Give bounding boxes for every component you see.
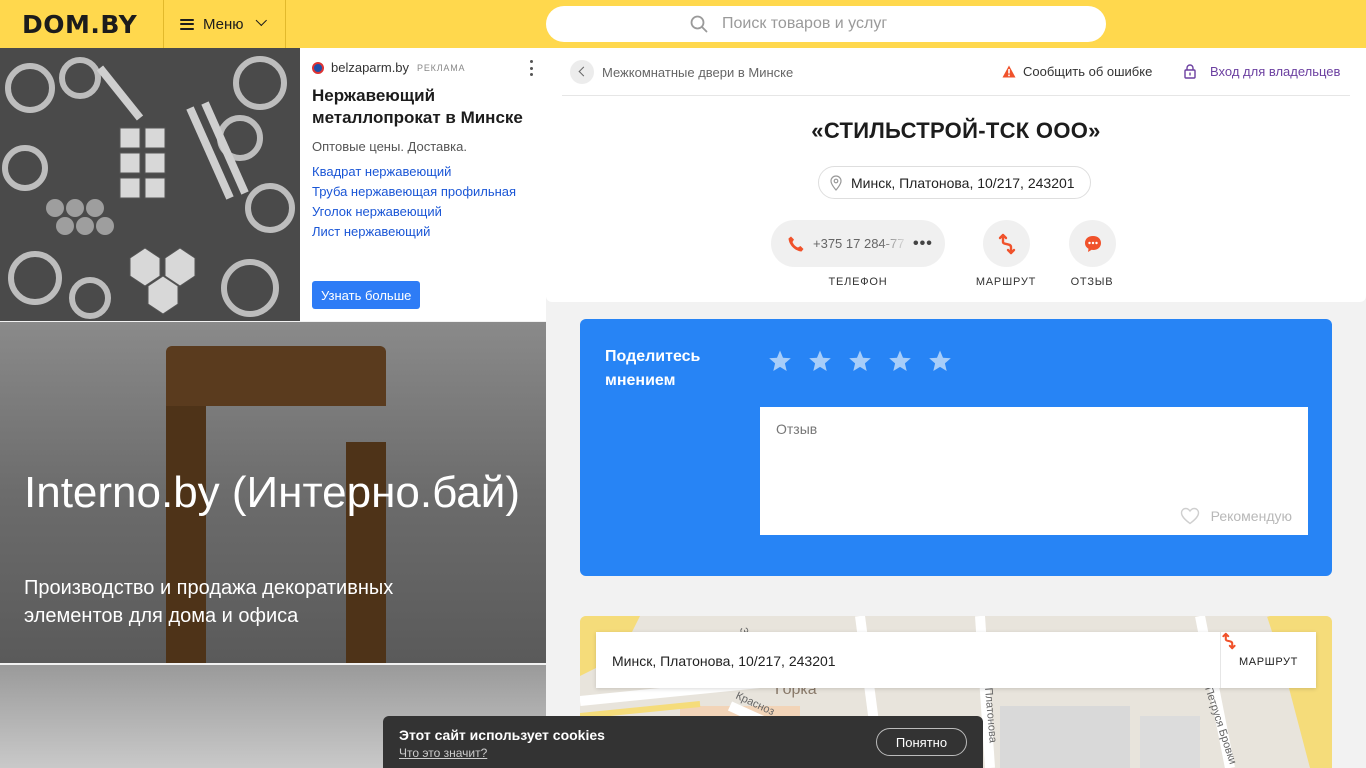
breadcrumb: Межкомнатные двери в Минске Сообщить об … (562, 48, 1350, 96)
company-card: Межкомнатные двери в Минске Сообщить об … (546, 48, 1366, 302)
ad-text-block: belzaparm.by РЕКЛАМА Нержавеющий металло… (312, 60, 540, 242)
ad-subtitle: Производство и продажа декоративных элем… (24, 577, 394, 627)
ad-title[interactable]: Нержавеющий металлопрокат в Минске (312, 85, 540, 129)
ad-banner-metal[interactable]: belzaparm.by РЕКЛАМА Нержавеющий металло… (0, 48, 546, 321)
ad-link[interactable]: Труба нержавеющая профильная (312, 182, 540, 202)
star-icon[interactable] (768, 349, 792, 373)
star-icon[interactable] (888, 349, 912, 373)
advertiser-logo-icon (312, 61, 324, 74)
cookie-banner: Этот сайт использует cookies Что это зна… (383, 716, 983, 768)
hamburger-icon (180, 18, 194, 30)
phone-button[interactable]: +375 17 284-77 ••• (771, 220, 945, 267)
route-action-label: МАРШРУТ (975, 276, 1037, 288)
phone-icon (788, 236, 804, 251)
review-form: Поделитесь мнением Рекомендую (580, 319, 1332, 576)
breadcrumb-link[interactable]: Межкомнатные двери в Минске (602, 65, 793, 80)
cookie-accept-button[interactable]: Понятно (876, 728, 967, 756)
warning-icon (1002, 65, 1016, 78)
star-icon[interactable] (808, 349, 832, 373)
ad-learn-more-button[interactable]: Узнать больше (312, 281, 421, 309)
route-icon (1222, 632, 1236, 650)
review-title: Поделитесь мнением (605, 348, 701, 389)
map-route-button[interactable]: МАРШРУТ (1220, 632, 1316, 688)
route-button[interactable] (983, 220, 1030, 267)
ad-banner-interno[interactable]: Interno.by (Интерно.бай) Производство и … (0, 322, 546, 663)
ad-image-metal-pipes[interactable] (0, 48, 300, 321)
report-error-label: Сообщить об ошибке (1023, 64, 1153, 79)
ad-subtitle: Оптовые цены. Доставка. (312, 139, 467, 154)
ad-links: Квадрат нержавеющий Труба нержавеющая пр… (312, 162, 540, 242)
cookie-title: Этот сайт использует cookies (399, 727, 605, 743)
map-address-text: Минск, Платонова, 10/217, 243201 (612, 653, 836, 669)
recommend-label: Рекомендую (1210, 508, 1292, 524)
ad-source[interactable]: belzaparm.by РЕКЛАМА (312, 60, 540, 75)
review-button[interactable] (1069, 220, 1116, 267)
ad-title: Interno.by (Интерно.бай) (24, 468, 520, 517)
ad-link[interactable]: Лист нержавеющий (312, 222, 540, 242)
company-name: «СТИЛЬСТРОЙ-ТСК ООО» (811, 118, 1101, 143)
chevron-down-icon (255, 14, 267, 27)
rating-stars[interactable] (768, 349, 968, 373)
ad-tag: РЕКЛАМА (417, 62, 466, 73)
menu-label: Меню (203, 15, 244, 33)
star-icon[interactable] (928, 349, 952, 373)
search-icon (690, 15, 708, 33)
search-bar[interactable] (546, 6, 1106, 42)
cookie-info-link[interactable]: Что это значит? (399, 746, 487, 760)
review-textarea-box: Рекомендую (760, 407, 1308, 535)
map-pin-icon (830, 175, 842, 191)
route-icon (998, 233, 1015, 254)
ad-link[interactable]: Уголок нержавеющий (312, 202, 540, 222)
menu-button[interactable]: Меню (163, 0, 286, 48)
phone-action-label: ТЕЛЕФОН (828, 276, 888, 288)
review-action-label: ОТЗЫВ (1070, 276, 1114, 288)
arch-decor-image (166, 346, 386, 406)
search-input[interactable] (722, 15, 922, 33)
star-icon[interactable] (848, 349, 872, 373)
lock-icon (1184, 64, 1196, 79)
owner-login-label: Вход для владельцев (1210, 64, 1341, 79)
recommend-toggle[interactable]: Рекомендую (1180, 507, 1292, 525)
chat-bubble-icon (1084, 235, 1101, 252)
site-logo[interactable]: DOM.BY (22, 10, 137, 39)
left-ads-column: belzaparm.by РЕКЛАМА Нержавеющий металло… (0, 48, 546, 768)
top-header: DOM.BY Меню (0, 0, 1366, 48)
metal-pipes-illustration (0, 48, 300, 321)
ad-source-name: belzaparm.by (331, 60, 410, 75)
address-text: Минск, Платонова, 10/217, 243201 (851, 174, 1075, 191)
back-arrow-icon[interactable] (570, 60, 594, 84)
ad-link[interactable]: Квадрат нержавеющий (312, 162, 540, 182)
phone-number: +375 17 284-77 (813, 236, 905, 251)
report-error-link[interactable]: Сообщить об ошибке (1002, 64, 1152, 79)
map-route-label: МАРШРУТ (1239, 656, 1298, 668)
heart-icon (1180, 507, 1199, 525)
owner-login-link[interactable]: Вход для владельцев (1184, 64, 1340, 79)
address-pill[interactable]: Минск, Платонова, 10/217, 243201 (818, 166, 1091, 199)
more-dots-icon[interactable]: ••• (913, 235, 933, 253)
map-address-bar: Минск, Платонова, 10/217, 243201 МАРШРУТ (596, 632, 1316, 688)
more-vertical-icon[interactable] (530, 60, 534, 76)
